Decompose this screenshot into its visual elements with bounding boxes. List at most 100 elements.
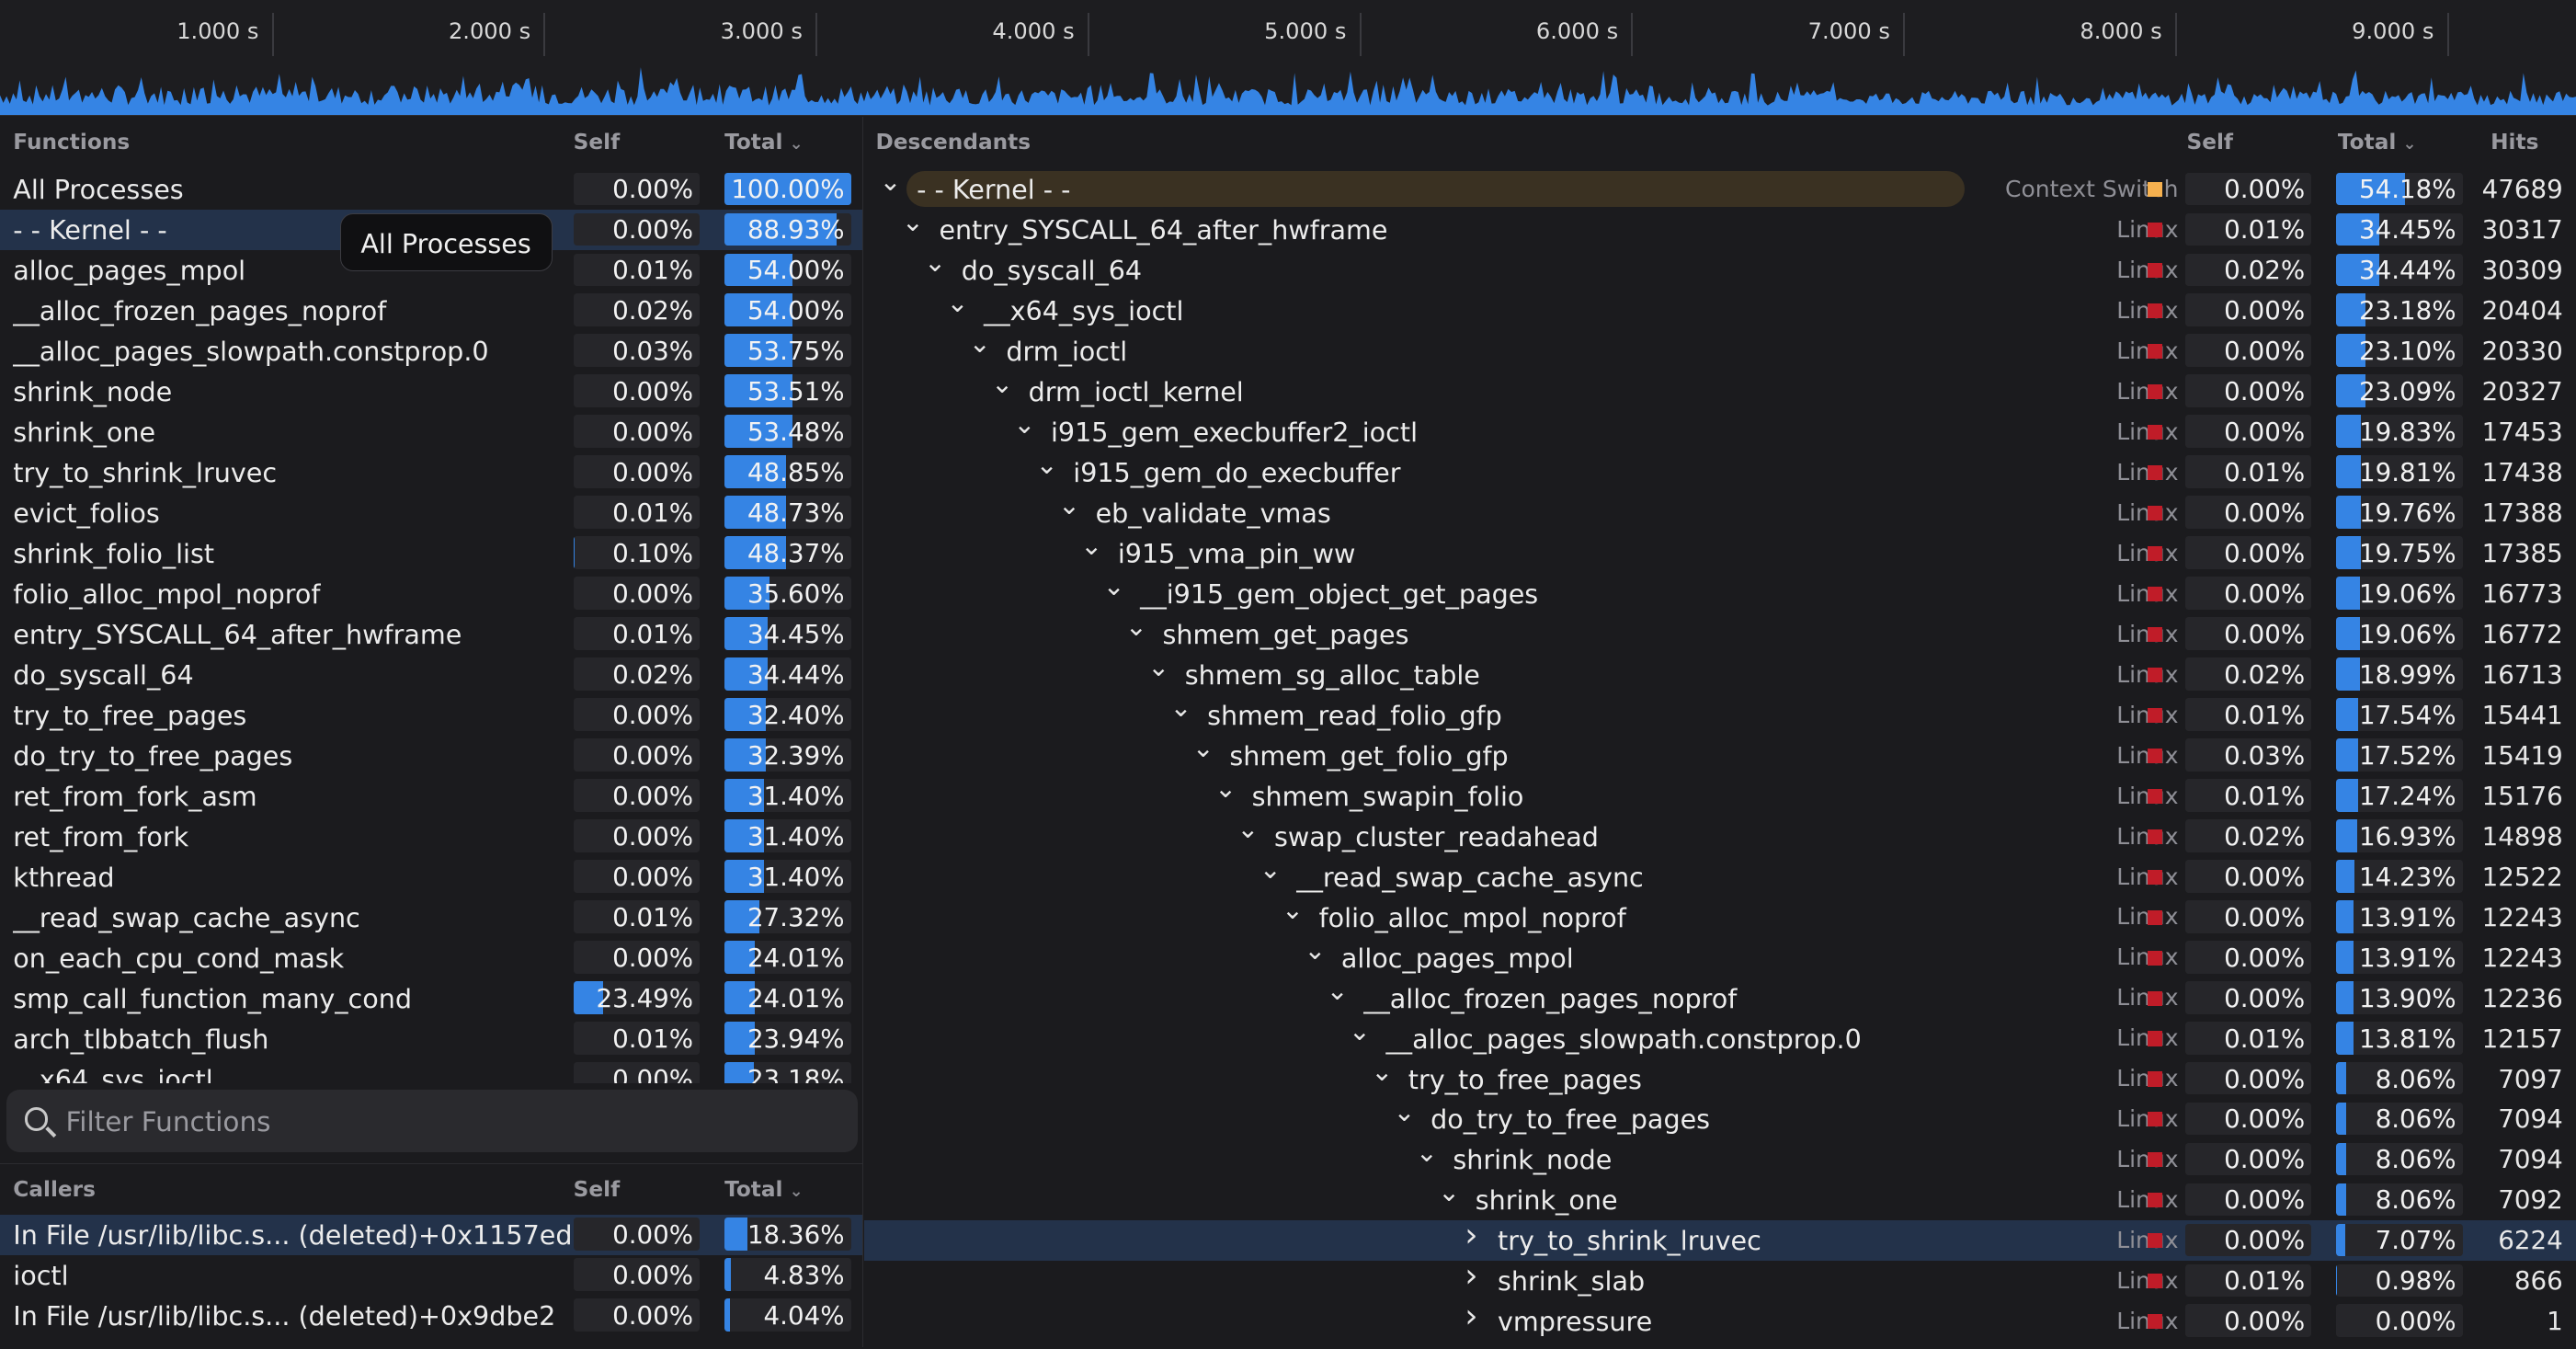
function-row[interactable]: kthread0.00%31.40% bbox=[0, 856, 862, 897]
descendant-row[interactable]: ⌄- - Kernel - -Context Switch0.00%54.18%… bbox=[864, 169, 2576, 210]
chevron-down-icon[interactable]: ⌄ bbox=[1056, 489, 1083, 519]
function-row[interactable]: do_try_to_free_pages0.00%32.39% bbox=[0, 735, 862, 775]
function-row[interactable]: entry_SYSCALL_64_after_hwframe0.01%34.45… bbox=[0, 614, 862, 655]
timeline[interactable]: 1.000 s2.000 s3.000 s4.000 s5.000 s6.000… bbox=[0, 0, 2576, 116]
callers-self-column-header[interactable]: Self bbox=[574, 1177, 621, 1202]
descendant-row[interactable]: ⌄i915_gem_do_execbufferLinux0.01%19.81%1… bbox=[864, 452, 2576, 493]
chevron-down-icon[interactable]: ⌄ bbox=[1146, 651, 1172, 680]
chevron-down-icon[interactable]: ⌄ bbox=[1168, 692, 1194, 721]
function-row[interactable]: evict_folios0.01%48.73% bbox=[0, 493, 862, 533]
caller-row[interactable]: In File /usr/lib/libc.s... (deleted)+0x1… bbox=[0, 1215, 862, 1255]
callers-total-column-header[interactable]: Total⌄ bbox=[724, 1177, 804, 1202]
chevron-down-icon[interactable]: ⌄ bbox=[989, 368, 1016, 397]
descendant-row[interactable]: ⌄__alloc_pages_slowpath.constprop.0Linux… bbox=[864, 1018, 2576, 1058]
descendant-row[interactable]: ⌄i915_gem_execbuffer2_ioctlLinux0.00%19.… bbox=[864, 412, 2576, 452]
function-row[interactable]: on_each_cpu_cond_mask0.00%24.01% bbox=[0, 937, 862, 977]
descendant-row[interactable]: ⌄try_to_free_pagesLinux0.00%8.06%7097 bbox=[864, 1058, 2576, 1099]
descendant-row[interactable]: ⌄shmem_get_folio_gfpLinux0.03%17.52%1541… bbox=[864, 735, 2576, 775]
descendant-row[interactable]: ⌄shrink_oneLinux0.00%8.06%7092 bbox=[864, 1180, 2576, 1220]
descendant-row[interactable]: ⌄shmem_swapin_folioLinux0.01%17.24%15176 bbox=[864, 775, 2576, 816]
chevron-down-icon[interactable]: ⌄ bbox=[900, 206, 927, 235]
activity-graph[interactable] bbox=[0, 56, 2576, 115]
chevron-down-icon[interactable]: ⌄ bbox=[1369, 1056, 1396, 1085]
chevron-down-icon[interactable]: ⌄ bbox=[944, 287, 971, 316]
filter-functions-input[interactable] bbox=[63, 1103, 841, 1142]
function-row[interactable]: __alloc_frozen_pages_noprof0.02%54.00% bbox=[0, 291, 862, 331]
chevron-down-icon[interactable]: ⌄ bbox=[1123, 611, 1150, 640]
function-row[interactable]: try_to_free_pages0.00%32.40% bbox=[0, 695, 862, 736]
descendant-row[interactable]: ⌄swap_cluster_readaheadLinux0.02%16.93%1… bbox=[864, 816, 2576, 856]
descendant-row[interactable]: ⌄__x64_sys_ioctlLinux0.00%23.18%20404 bbox=[864, 291, 2576, 331]
descendant-row[interactable]: ⌄eb_validate_vmasLinux0.00%19.76%17388 bbox=[864, 493, 2576, 533]
caller-row[interactable]: ioctl0.00%4.83% bbox=[0, 1255, 862, 1296]
callers-list[interactable]: In File /usr/lib/libc.s... (deleted)+0x1… bbox=[0, 1215, 862, 1349]
chevron-down-icon[interactable]: ⌄ bbox=[1324, 975, 1351, 1004]
chevron-down-icon[interactable]: ⌄ bbox=[1302, 934, 1328, 964]
function-row[interactable]: arch_tlbbatch_flush0.01%23.94% bbox=[0, 1018, 862, 1058]
chevron-right-icon[interactable]: › bbox=[1458, 1257, 1485, 1286]
chevron-down-icon[interactable]: ⌄ bbox=[1213, 772, 1239, 802]
chevron-down-icon[interactable]: ⌄ bbox=[922, 246, 949, 276]
function-row[interactable]: do_syscall_640.02%34.44% bbox=[0, 655, 862, 695]
descendant-row[interactable]: ›shrink_slabLinux0.01%0.98%866 bbox=[864, 1261, 2576, 1301]
chevron-down-icon[interactable]: ⌄ bbox=[877, 169, 904, 196]
functions-list[interactable]: All Processes0.00%100.00%- - Kernel - -0… bbox=[0, 169, 862, 1083]
function-row[interactable]: try_to_shrink_lruvec0.00%48.85% bbox=[0, 452, 862, 493]
descendant-row[interactable]: ⌄alloc_pages_mpolLinux0.00%13.91%12243 bbox=[864, 937, 2576, 977]
descendant-row[interactable]: ⌄drm_ioctl_kernelLinux0.00%23.09%20327 bbox=[864, 372, 2576, 412]
functions-column-header[interactable]: Functions bbox=[13, 130, 130, 154]
descendant-row[interactable]: ⌄__read_swap_cache_asyncLinux0.00%14.23%… bbox=[864, 856, 2576, 897]
function-row[interactable]: __alloc_pages_slowpath.constprop.00.03%5… bbox=[0, 331, 862, 372]
function-row[interactable]: ret_from_fork_asm0.00%31.40% bbox=[0, 775, 862, 816]
chevron-down-icon[interactable]: ⌄ bbox=[1414, 1137, 1441, 1166]
chevron-down-icon[interactable]: ⌄ bbox=[1078, 530, 1105, 559]
descendant-row[interactable]: ⌄__i915_gem_object_get_pagesLinux0.00%19… bbox=[864, 574, 2576, 614]
chevron-down-icon[interactable]: ⌄ bbox=[1436, 1176, 1463, 1206]
function-row[interactable]: shrink_node0.00%53.51% bbox=[0, 372, 862, 412]
desc-self-column-header[interactable]: Self bbox=[2186, 130, 2233, 154]
chevron-down-icon[interactable]: ⌄ bbox=[1033, 449, 1060, 478]
total-column-header[interactable]: Total⌄ bbox=[724, 130, 804, 154]
function-row[interactable]: __x64_sys_ioctl0.00%23.18% bbox=[0, 1058, 862, 1082]
function-row[interactable]: ret_from_fork0.00%31.40% bbox=[0, 816, 862, 856]
chevron-down-icon[interactable]: ⌄ bbox=[1011, 408, 1038, 438]
descendant-row[interactable]: ⌄drm_ioctlLinux0.00%23.10%20330 bbox=[864, 331, 2576, 372]
desc-total-column-header[interactable]: Total⌄ bbox=[2338, 130, 2417, 154]
chevron-right-icon[interactable]: › bbox=[1458, 1217, 1485, 1246]
chevron-down-icon[interactable]: ⌄ bbox=[1280, 894, 1306, 923]
descendant-row[interactable]: ⌄__alloc_frozen_pages_noprofLinux0.00%13… bbox=[864, 977, 2576, 1018]
descendant-row[interactable]: ⌄i915_vma_pin_wwLinux0.00%19.75%17385 bbox=[864, 533, 2576, 574]
hits-column-header[interactable]: Hits bbox=[2491, 130, 2538, 154]
descendant-row[interactable]: ⌄entry_SYSCALL_64_after_hwframeLinux0.01… bbox=[864, 210, 2576, 250]
descendant-row[interactable]: ⌄do_syscall_64Linux0.02%34.44%30309 bbox=[864, 250, 2576, 291]
descendant-row[interactable]: ›try_to_shrink_lruvecLinux0.00%7.07%6224 bbox=[864, 1220, 2576, 1261]
caller-row[interactable]: In File /usr/lib/libc.s... (deleted)+0x9… bbox=[0, 1295, 862, 1335]
function-row[interactable]: shrink_folio_list0.10%48.37% bbox=[0, 533, 862, 574]
descendants-tree[interactable]: ⌄- - Kernel - -Context Switch0.00%54.18%… bbox=[864, 169, 2576, 1349]
function-row[interactable]: folio_alloc_mpol_noprof0.00%35.60% bbox=[0, 574, 862, 614]
filter-functions-field[interactable] bbox=[6, 1090, 858, 1152]
function-row[interactable]: smp_call_function_many_cond23.49%24.01% bbox=[0, 977, 862, 1018]
chevron-down-icon[interactable]: ⌄ bbox=[1235, 813, 1261, 842]
descendant-row[interactable]: ⌄do_try_to_free_pagesLinux0.00%8.06%7094 bbox=[864, 1099, 2576, 1139]
descendants-column-header[interactable]: Descendants bbox=[875, 130, 1031, 154]
callers-column-header[interactable]: Callers bbox=[13, 1177, 96, 1202]
chevron-right-icon[interactable]: › bbox=[1458, 1298, 1485, 1327]
descendant-row[interactable]: ⌄shmem_sg_alloc_tableLinux0.02%18.99%167… bbox=[864, 655, 2576, 695]
function-row[interactable]: __read_swap_cache_async0.01%27.32% bbox=[0, 897, 862, 937]
function-row[interactable]: All Processes0.00%100.00% bbox=[0, 169, 862, 210]
chevron-down-icon[interactable]: ⌄ bbox=[1347, 1015, 1373, 1045]
chevron-down-icon[interactable]: ⌄ bbox=[1190, 732, 1216, 761]
chevron-down-icon[interactable]: ⌄ bbox=[966, 327, 993, 357]
chevron-down-icon[interactable]: ⌄ bbox=[1100, 570, 1127, 600]
chevron-down-icon[interactable]: ⌄ bbox=[1391, 1096, 1418, 1126]
function-row[interactable]: shrink_one0.00%53.48% bbox=[0, 412, 862, 452]
descendant-row[interactable]: ›vmpressureLinux0.00%0.00%1 bbox=[864, 1301, 2576, 1342]
descendant-row[interactable]: ⌄shmem_read_folio_gfpLinux0.01%17.54%154… bbox=[864, 695, 2576, 736]
chevron-down-icon[interactable]: ⌄ bbox=[1257, 853, 1283, 883]
descendant-row[interactable]: ⌄folio_alloc_mpol_noprofLinux0.00%13.91%… bbox=[864, 897, 2576, 937]
percent-value: 4.04% bbox=[764, 1300, 845, 1331]
self-column-header[interactable]: Self bbox=[574, 130, 621, 154]
descendant-row[interactable]: ⌄shrink_nodeLinux0.00%8.06%7094 bbox=[864, 1139, 2576, 1180]
descendant-row[interactable]: ⌄shmem_get_pagesLinux0.00%19.06%16772 bbox=[864, 614, 2576, 655]
